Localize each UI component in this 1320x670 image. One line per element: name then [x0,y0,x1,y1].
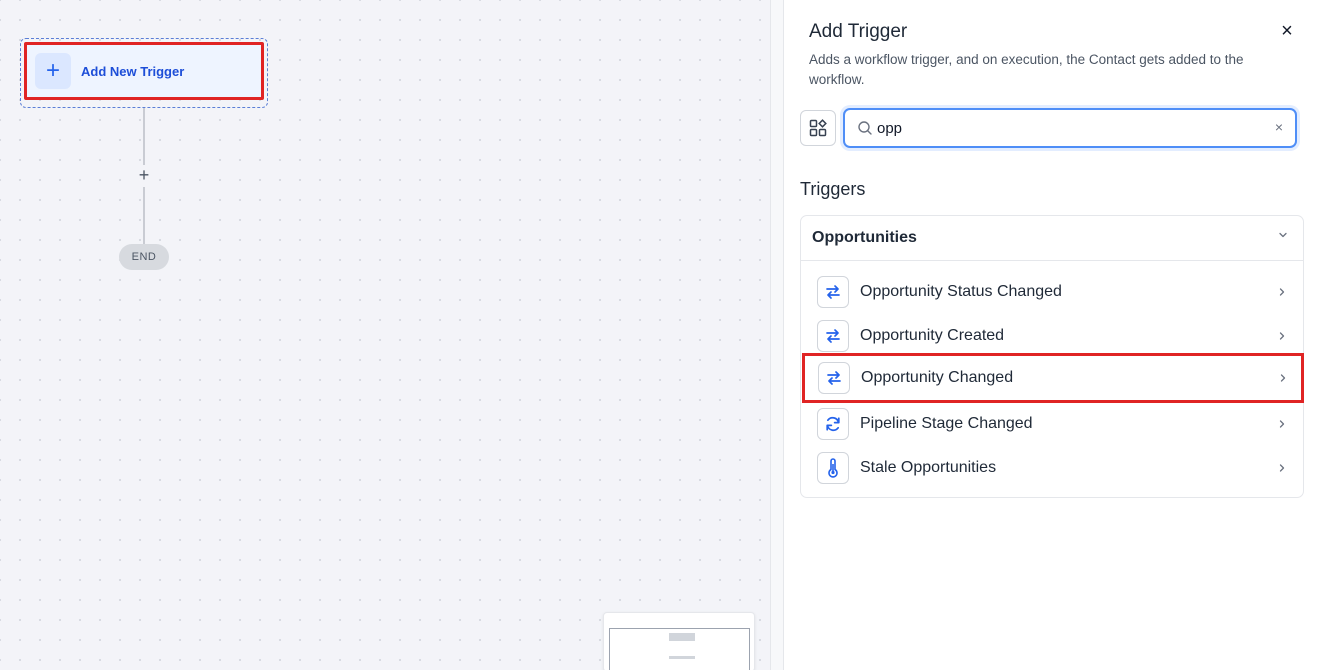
chevron-right-icon [1279,288,1285,296]
minimap-node [669,633,695,641]
trigger-item-stale-opportunities[interactable]: Stale Opportunities [801,446,1303,490]
workflow-canvas[interactable]: + Add New Trigger + END [0,0,770,670]
group-title: Opportunities [812,229,917,246]
close-button[interactable]: × [1274,18,1300,44]
search-field[interactable]: × [843,108,1297,148]
trigger-item-pipeline-stage-changed[interactable]: Pipeline Stage Changed [801,402,1303,446]
trigger-item-label: Pipeline Stage Changed [860,415,1033,432]
trigger-item-opportunity-created[interactable]: Opportunity Created [801,314,1303,358]
apps-icon [809,119,827,137]
panel-title: Add Trigger [809,21,908,42]
search-input[interactable] [877,116,1257,140]
add-trigger-panel: Add Trigger × Adds a workflow trigger, a… [784,0,1320,670]
trigger-item-label: Stale Opportunities [860,459,997,476]
opportunities-group-header[interactable]: Opportunities [801,216,1303,261]
swap-arrows-icon [817,276,849,308]
chevron-down-icon [1279,232,1287,238]
connector-line [143,187,145,244]
trigger-item-opportunity-changed[interactable]: Opportunity Changed [802,353,1304,403]
panel-description: Adds a workflow trigger, and on executio… [809,52,1244,87]
chevron-right-icon [1280,374,1286,382]
close-icon: × [1281,19,1293,42]
triggers-section-title: Triggers [800,179,866,199]
minimap-viewport[interactable] [609,628,750,670]
add-new-trigger-label: Add New Trigger [81,63,185,79]
minimap-node [669,656,695,659]
thermometer-icon [817,452,849,484]
add-step-button[interactable]: + [134,165,154,185]
trigger-item-opportunity-status-changed[interactable]: Opportunity Status Changed [801,270,1303,314]
add-new-trigger-node[interactable]: + Add New Trigger [24,42,264,100]
refresh-icon [817,408,849,440]
panel-divider [770,0,784,670]
search-icon [858,121,872,135]
opportunities-group: Opportunities Opportunity Status Changed… [800,215,1304,498]
trigger-item-label: Opportunity Changed [861,369,1014,386]
plus-icon: + [35,53,71,89]
plus-icon: + [138,164,150,185]
chevron-right-icon [1279,332,1285,340]
trigger-item-label: Opportunity Status Changed [860,283,1062,300]
apps-filter-button[interactable] [800,110,836,146]
end-node-label: END [131,251,157,263]
end-node: END [119,244,169,270]
chevron-right-icon [1279,420,1285,428]
chevron-right-icon [1279,464,1285,472]
trigger-item-label: Opportunity Created [860,327,1005,344]
minimap[interactable] [603,612,755,670]
swap-arrows-icon [817,320,849,352]
clear-search-icon[interactable]: × [1275,119,1283,135]
connector-line [143,108,145,165]
swap-arrows-icon [818,362,850,394]
